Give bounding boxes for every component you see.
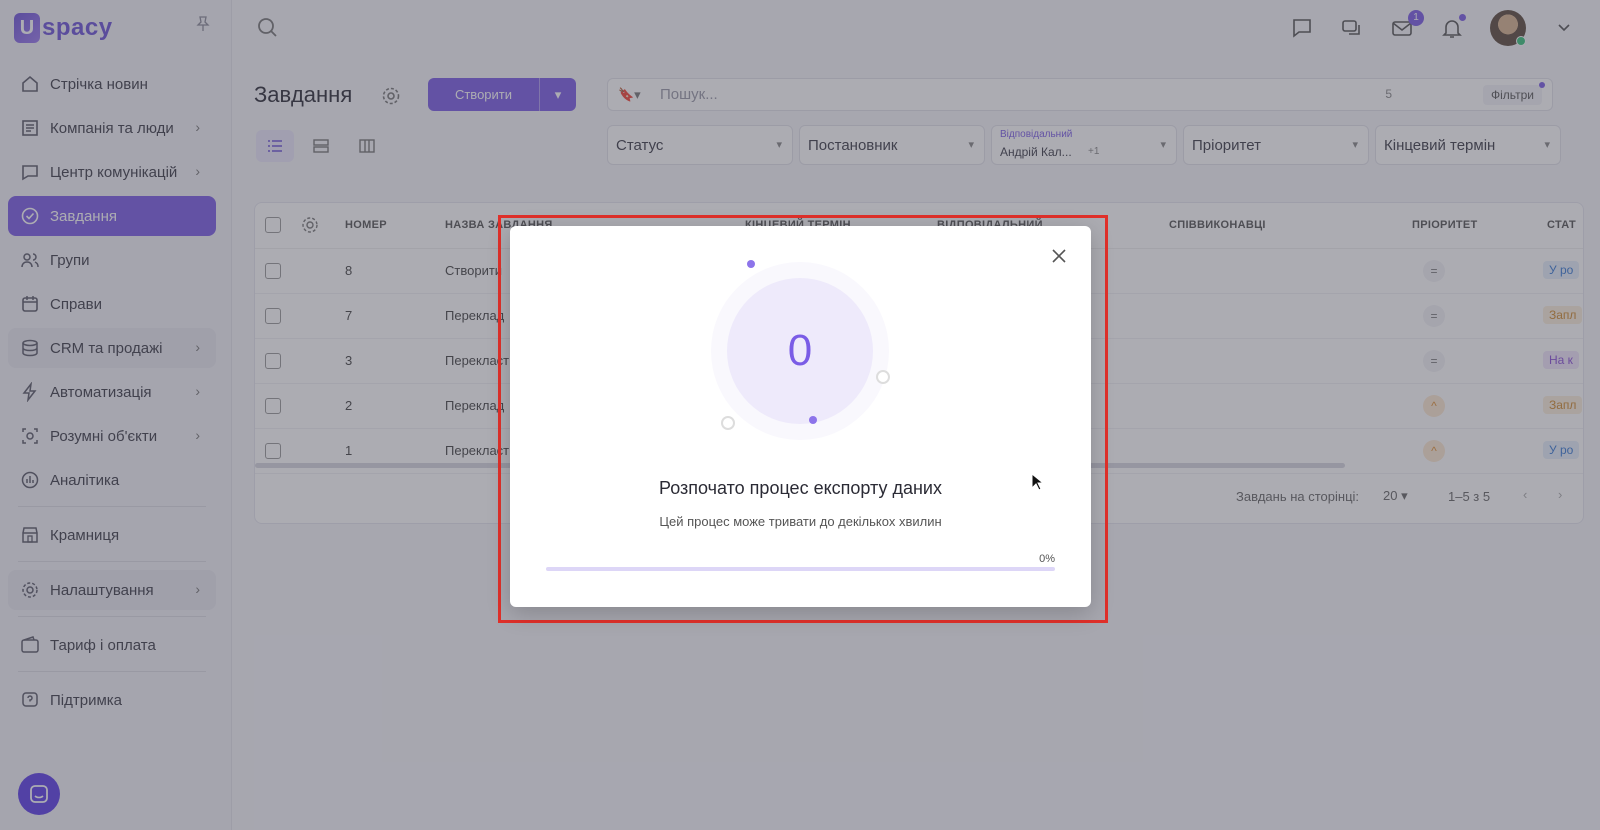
orbit-dot	[747, 260, 755, 268]
progress-percent: 0%	[1039, 553, 1055, 565]
orbit-dot	[876, 370, 890, 384]
modal-title: Розпочато процес експорту даних	[659, 478, 942, 498]
orbit-dot	[809, 416, 817, 424]
progress-bar	[546, 567, 1055, 571]
export-counter: 0	[727, 278, 873, 424]
close-icon[interactable]	[1051, 248, 1069, 266]
orbit-dot	[721, 416, 735, 430]
export-modal: 0 Розпочато процес експорту даних Цей пр…	[510, 226, 1091, 607]
mouse-cursor-icon	[1031, 472, 1045, 491]
modal-subtitle: Цей процес може тривати до декількох хви…	[659, 514, 942, 529]
